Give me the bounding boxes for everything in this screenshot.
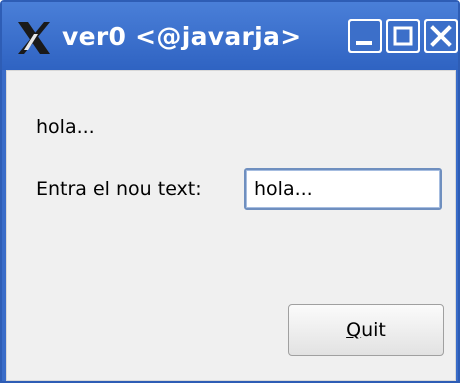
quit-button[interactable]: Quit (288, 304, 444, 356)
text-input[interactable] (244, 168, 442, 210)
quit-mnemonic: Q (346, 319, 362, 341)
minimize-button[interactable] (348, 19, 382, 53)
entry-label: Entra el nou text: (36, 178, 202, 200)
maximize-button[interactable] (386, 19, 420, 53)
title-bar[interactable]: ver0 <@javarja> (2, 2, 458, 70)
display-label: hola... (36, 116, 95, 138)
window-title: ver0 <@javarja> (62, 22, 302, 51)
close-button[interactable] (424, 19, 458, 53)
x-window-icon[interactable] (14, 20, 54, 56)
quit-label: uit (361, 319, 386, 341)
